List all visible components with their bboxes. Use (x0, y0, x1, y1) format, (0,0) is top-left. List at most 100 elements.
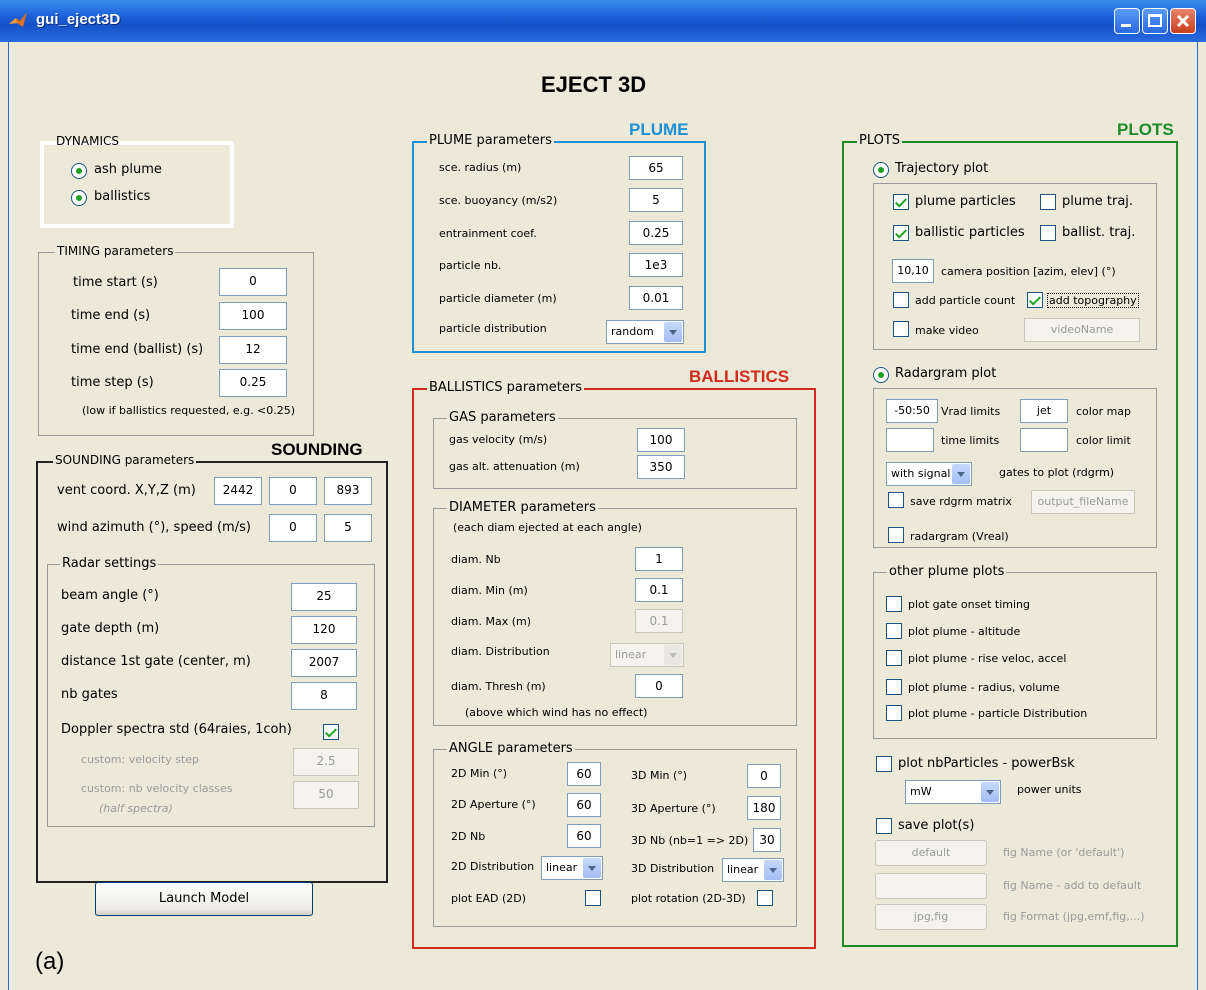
ballistics-radio[interactable] (71, 190, 87, 206)
add-topography-label: add topography (1047, 293, 1139, 308)
plume-traj-checkbox[interactable] (1040, 194, 1056, 210)
nb-3d-input[interactable]: 30 (753, 828, 781, 852)
plume-rise-checkbox[interactable] (886, 650, 902, 666)
dynamics-panel (40, 141, 234, 228)
window-title: gui_eject3D (36, 11, 121, 28)
aperture-3d-input[interactable]: 180 (747, 796, 781, 820)
wind-azimuth-input[interactable]: 0 (269, 514, 317, 542)
distribution-3d-select[interactable]: linear (722, 858, 784, 882)
plot-ead-checkbox[interactable] (585, 890, 601, 906)
add-topography-checkbox[interactable] (1027, 292, 1043, 308)
plume-particles-checkbox[interactable] (893, 194, 909, 210)
nb-2d-input[interactable]: 60 (567, 824, 601, 848)
output-file-name-input[interactable]: output_fileName (1031, 490, 1135, 514)
particle-distribution-select[interactable]: random (606, 320, 684, 344)
half-spectra-label: (half spectra) (99, 802, 173, 815)
trajectory-plot-radio[interactable] (873, 162, 889, 178)
add-particle-count-checkbox[interactable] (893, 292, 909, 308)
diam-min-input[interactable]: 0.1 (635, 578, 683, 602)
gate-depth-input[interactable]: 120 (291, 616, 357, 644)
diam-thresh-label: diam. Thresh (m) (451, 680, 546, 693)
time-step-note: (low if ballistics requested, e.g. <0.25… (82, 404, 296, 417)
entrainment-input[interactable]: 0.25 (629, 221, 683, 245)
plot-rotation-checkbox[interactable] (757, 890, 773, 906)
particle-nb-input[interactable]: 1e3 (629, 253, 683, 277)
save-plots-checkbox[interactable] (876, 818, 892, 834)
make-video-checkbox[interactable] (893, 321, 909, 337)
aperture-2d-input[interactable]: 60 (567, 793, 601, 817)
chevron-down-icon (664, 645, 682, 665)
time-end-input[interactable]: 100 (219, 302, 287, 330)
chevron-down-icon (981, 782, 999, 802)
min-2d-input[interactable]: 60 (567, 762, 601, 786)
wind-speed-input[interactable]: 5 (324, 514, 372, 542)
plume-altitude-checkbox[interactable] (886, 623, 902, 639)
plume-radius-checkbox[interactable] (886, 679, 902, 695)
timing-title: TIMING parameters (55, 244, 176, 258)
aperture-2d-label: 2D Aperture (°) (451, 798, 536, 811)
doppler-spectra-checkbox[interactable] (323, 724, 339, 740)
nb-particles-checkbox[interactable] (876, 756, 892, 772)
gas-attenuation-input[interactable]: 350 (637, 455, 685, 479)
time-limits-input[interactable] (886, 428, 934, 452)
radargram-vreal-checkbox[interactable] (888, 527, 904, 543)
plume-distribution-checkbox[interactable] (886, 705, 902, 721)
particle-nb-label: particle nb. (439, 259, 502, 272)
diam-distribution-select[interactable]: linear (610, 643, 684, 667)
ballistic-particles-checkbox[interactable] (893, 225, 909, 241)
video-name-input[interactable]: videoName (1024, 318, 1140, 342)
fig-name-button[interactable]: default (875, 840, 987, 866)
fig-name-add-label: fig Name - add to default (1003, 879, 1142, 892)
color-map-input[interactable]: jet (1020, 399, 1068, 423)
camera-position-input[interactable]: 10,10 (892, 259, 934, 283)
source-buoyancy-input[interactable]: 5 (629, 188, 683, 212)
beam-angle-input[interactable]: 25 (291, 583, 357, 611)
time-step-input[interactable]: 0.25 (219, 369, 287, 397)
radargram-plot-radio[interactable] (873, 367, 889, 383)
gas-velocity-input[interactable]: 100 (637, 428, 685, 452)
maximize-button[interactable] (1142, 8, 1168, 34)
particle-diameter-input[interactable]: 0.01 (629, 286, 683, 310)
plume-title: PLUME parameters (427, 133, 554, 148)
vent-x-input[interactable]: 2442 (214, 477, 262, 505)
diameter-note: (each diam ejected at each angle) (453, 521, 642, 534)
power-units-select[interactable]: mW (905, 780, 1001, 804)
diam-max-input[interactable]: 0.1 (635, 609, 683, 633)
time-start-input[interactable]: 0 (219, 268, 287, 296)
gate-depth-label: gate depth (m) (61, 621, 160, 636)
save-rdgrm-checkbox[interactable] (888, 492, 904, 508)
gates-to-plot-select[interactable]: with signal (886, 462, 972, 486)
distance-first-gate-input[interactable]: 2007 (291, 649, 357, 677)
angle-title: ANGLE parameters (447, 741, 575, 756)
color-limit-input[interactable] (1020, 428, 1068, 452)
nb-velocity-classes-input[interactable]: 50 (293, 781, 359, 809)
min-3d-input[interactable]: 0 (747, 764, 781, 788)
fig-name-add-button[interactable] (875, 873, 987, 899)
close-button[interactable] (1170, 8, 1196, 34)
fig-format-label: fig Format (jpg,emf,fig,...) (1003, 910, 1145, 923)
ballist-traj-checkbox[interactable] (1040, 225, 1056, 241)
ash-plume-radio[interactable] (71, 163, 87, 179)
vent-z-input[interactable]: 893 (324, 477, 372, 505)
vent-y-input[interactable]: 0 (269, 477, 317, 505)
fig-format-button[interactable]: jpg,fig (875, 904, 987, 930)
other-plume-plots-title: other plume plots (887, 564, 1007, 579)
gate-onset-checkbox[interactable] (886, 596, 902, 612)
nb-gates-input[interactable]: 8 (291, 682, 357, 710)
source-radius-input[interactable]: 65 (629, 156, 683, 180)
minimize-button[interactable] (1114, 8, 1140, 34)
plume-heading: PLUME (629, 120, 689, 139)
distance-first-gate-label: distance 1st gate (center, m) (61, 654, 251, 669)
diam-thresh-input[interactable]: 0 (635, 674, 683, 698)
distribution-2d-select[interactable]: linear (541, 856, 603, 880)
chevron-down-icon (664, 322, 682, 342)
diam-nb-input[interactable]: 1 (635, 547, 683, 571)
vrad-limits-input[interactable]: -50:50 (886, 399, 938, 423)
velocity-step-input[interactable]: 2.5 (293, 748, 359, 776)
add-particle-count-label: add particle count (915, 294, 1016, 307)
launch-model-button[interactable]: Launch Model (95, 882, 313, 916)
ballistics-title: BALLISTICS parameters (427, 380, 585, 395)
window-client: EJECT 3D DYNAMICS ash plume ballistics T… (8, 42, 1198, 990)
time-end-ballist-input[interactable]: 12 (219, 336, 287, 364)
gas-title: GAS parameters (447, 410, 558, 425)
